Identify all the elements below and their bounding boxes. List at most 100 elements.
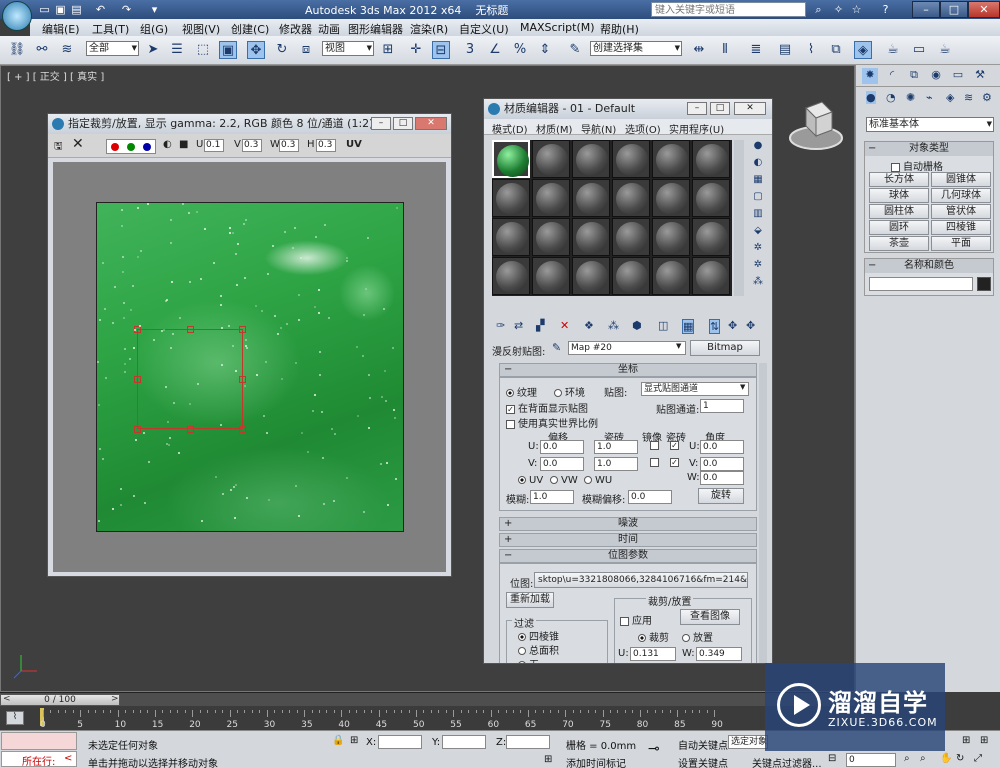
crop-region[interactable] [134, 326, 246, 433]
background-icon[interactable]: ▦ [749, 174, 767, 191]
object-type-header[interactable]: − 对象类型 [865, 142, 993, 156]
crop-handle-tr[interactable] [239, 326, 246, 333]
me-close-button[interactable]: ✕ [734, 102, 766, 115]
utilities-tab-icon[interactable]: ⚒ [972, 68, 988, 84]
u-offset-field[interactable]: 0.0 [540, 440, 584, 454]
backlight-icon[interactable]: ◐ [749, 157, 767, 174]
make-preview-icon[interactable]: ⬙ [749, 225, 767, 242]
bitmap-path-button[interactable]: sktop\u=3321808066,3284106716&fm=214&gp=… [534, 572, 748, 588]
menu-maxscript[interactable]: MAXScript(M) [520, 21, 595, 34]
slots-scrollbar[interactable] [734, 140, 744, 296]
material-sample-slot[interactable] [572, 257, 610, 295]
crop-place-window[interactable]: 指定裁剪/放置, 显示 gamma: 2.2, RGB 颜色 8 位/通道 (1… [47, 113, 452, 577]
geometry-category-select[interactable]: 标准基本体 [866, 117, 994, 132]
show-map-in-viewport-icon[interactable]: ▦ [682, 319, 695, 334]
quick-access-dropdown-icon[interactable]: ▾ [148, 3, 161, 16]
me-menu-material[interactable]: 材质(M) [536, 121, 572, 136]
mirror-icon[interactable]: ⇹ [690, 41, 708, 59]
put-to-scene-icon[interactable]: ⇄ [514, 319, 523, 332]
sphere-button[interactable]: 球体 [869, 188, 929, 203]
reset-map-icon[interactable]: ✕ [560, 319, 569, 332]
maxscript-mini-listener[interactable]: 所在行: < [1, 751, 77, 768]
menu-edit[interactable]: 编辑(E) [42, 21, 80, 37]
material-sample-slot[interactable] [572, 218, 610, 256]
open-file-icon[interactable]: ▣ [54, 3, 67, 16]
me-menu-options[interactable]: 选项(O) [625, 121, 661, 136]
window-crossing-icon[interactable]: ▣ [219, 41, 237, 59]
time-next-icon[interactable]: > [111, 694, 119, 704]
eyedropper-icon[interactable]: ✎ [552, 341, 561, 354]
menu-modifiers[interactable]: 修改器 [279, 21, 312, 37]
time-slider[interactable]: 0 / 100 < > [0, 692, 855, 706]
material-sample-slot[interactable] [692, 179, 730, 217]
assign-to-selection-icon[interactable]: ▞ [536, 319, 544, 332]
link-icon[interactable]: ⛓ [8, 41, 26, 59]
go-forward-sibling-icon[interactable]: ✥ [746, 319, 755, 332]
me-rollout-scrollbar[interactable] [759, 363, 767, 663]
monochrome-icon[interactable]: ■ [179, 139, 188, 150]
systems-icon[interactable]: ⚙ [982, 91, 992, 104]
select-manipulate-icon[interactable]: ✛ [407, 41, 425, 59]
time-slider-knob[interactable]: 0 / 100 [0, 694, 120, 706]
crop-radio[interactable]: 裁剪 [638, 629, 669, 644]
app-logo-icon[interactable] [2, 1, 32, 31]
crop-handle-b[interactable] [187, 426, 194, 433]
named-selection-select[interactable]: 创建选择集 [590, 41, 682, 56]
material-sample-slot[interactable] [532, 140, 570, 178]
u-angle-field[interactable]: 0.0 [700, 440, 744, 454]
selection-filter-select[interactable]: 全部 [86, 41, 139, 56]
h-field[interactable]: 0.3 [316, 139, 336, 152]
crop-maximize-button[interactable]: □ [393, 117, 413, 130]
pyramidal-radio[interactable]: 四棱锥 [518, 628, 559, 643]
show-end-result-icon[interactable]: ⇅ [709, 319, 721, 334]
plane-button[interactable]: 平面 [931, 236, 991, 251]
put-to-library-icon[interactable]: ⬢ [632, 319, 642, 332]
material-sample-slot[interactable] [532, 257, 570, 295]
reference-coord-select[interactable]: 视图 [322, 41, 374, 56]
sample-type-icon[interactable]: ● [749, 140, 767, 157]
material-sample-slot[interactable] [652, 140, 690, 178]
crop-w-field[interactable]: 0.349 [696, 647, 742, 661]
me-menu-modes[interactable]: 模式(D) [492, 121, 528, 136]
u-tiling-field[interactable]: 1.0 [594, 440, 638, 454]
w-angle-field[interactable]: 0.0 [700, 471, 744, 485]
curve-editor-icon[interactable]: ⌇ [802, 41, 820, 59]
menu-create[interactable]: 创建(C) [231, 21, 269, 37]
key-filters-button[interactable]: 关键点过滤器... [752, 755, 822, 768]
shapes-icon[interactable]: ◔ [886, 91, 896, 104]
noise-rollout[interactable]: + 噪波 [499, 517, 757, 531]
mapping-select[interactable]: 显式贴图通道 [641, 382, 749, 396]
maximize-viewport-icon[interactable]: ⤢ [974, 753, 982, 764]
apply-checkbox[interactable]: 应用 [620, 612, 652, 627]
angle-snap-icon[interactable]: ∠ [486, 41, 504, 59]
material-sample-slot[interactable] [652, 218, 690, 256]
blue-channel-icon[interactable] [143, 143, 151, 151]
time-tag-icon[interactable]: ⊞ [544, 754, 552, 765]
y-coordinate-field[interactable] [442, 735, 486, 749]
uv-radio[interactable]: UV [518, 475, 543, 486]
pivot-center-icon[interactable]: ⊞ [379, 41, 397, 59]
vw-radio[interactable]: VW [550, 475, 578, 486]
material-sample-slot[interactable] [692, 218, 730, 256]
undo-icon[interactable]: ↶ [94, 3, 107, 16]
motion-tab-icon[interactable]: ◉ [928, 68, 944, 84]
set-key-button[interactable]: 设置关键点 [678, 755, 728, 768]
spinner-snap-icon[interactable]: ⇕ [536, 41, 554, 59]
time-config-icon[interactable]: ⊟ [828, 753, 836, 764]
menu-group[interactable]: 组(G) [140, 21, 168, 37]
u-field[interactable]: 0.1 [204, 139, 224, 152]
current-frame-field[interactable]: 0 [846, 753, 896, 767]
map-name-field[interactable]: Map #20 [568, 341, 686, 355]
green-channel-icon[interactable] [127, 143, 135, 151]
get-material-icon[interactable]: ✑ [496, 319, 505, 332]
texture-radio[interactable]: 纹理 [506, 384, 537, 399]
subscription-icon[interactable]: ✧ [832, 3, 845, 16]
save-image-icon[interactable]: 🖫 [54, 139, 63, 156]
me-minimize-button[interactable]: – [687, 102, 707, 115]
crop-handle-br[interactable] [239, 426, 246, 433]
material-sample-slot[interactable] [692, 257, 730, 295]
zoom-all-icon[interactable]: ⌕ [920, 753, 926, 764]
u-mirror-checkbox[interactable] [650, 440, 662, 451]
material-sample-slot[interactable] [532, 179, 570, 217]
material-id-icon[interactable]: ◫ [658, 319, 668, 332]
